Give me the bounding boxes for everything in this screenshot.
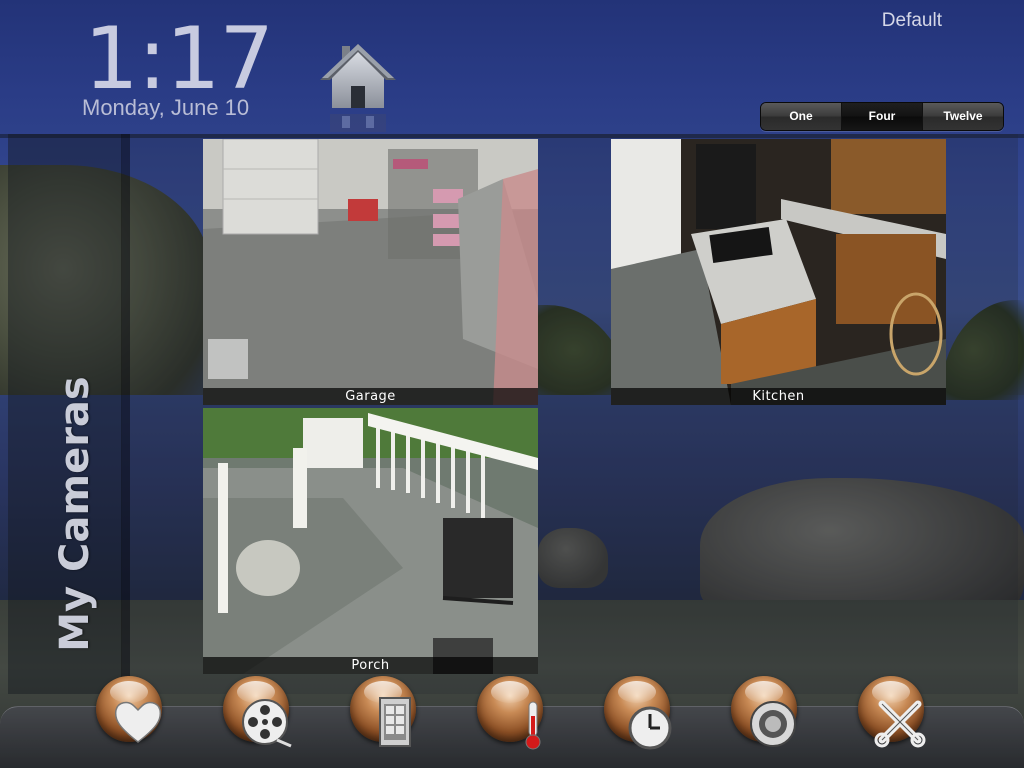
- dock-button-schedule[interactable]: [596, 676, 678, 768]
- dock-button-doors[interactable]: [342, 676, 424, 768]
- dock-button-recordings[interactable]: [215, 676, 297, 768]
- camera-feed-kitchen: [611, 139, 946, 405]
- camera-tile-porch[interactable]: Porch: [203, 408, 538, 674]
- sidebar-title-wrap: My Cameras: [8, 134, 122, 694]
- dock-button-favorites[interactable]: [88, 676, 170, 768]
- view-option-one[interactable]: One: [761, 103, 842, 130]
- camera-feed-garage: [203, 139, 538, 405]
- film-reel-icon: [242, 699, 292, 748]
- view-selector: One Four Twelve: [760, 102, 1004, 131]
- sidebar-panel: My Cameras: [8, 134, 130, 694]
- sidebar-title: My Cameras: [52, 376, 98, 652]
- camera-tile-garage[interactable]: Garage: [203, 139, 538, 405]
- camera-label: Porch: [203, 657, 538, 674]
- tools-icon: [874, 700, 926, 748]
- camera-feed-porch: [203, 408, 538, 674]
- dock-button-climate[interactable]: [469, 676, 551, 768]
- home-icon[interactable]: [318, 42, 398, 134]
- view-option-twelve[interactable]: Twelve: [923, 103, 1003, 130]
- clock-time: 1:17: [84, 9, 274, 109]
- sidebar-shade: [122, 134, 130, 694]
- thermometer-icon: [525, 701, 541, 750]
- dock-button-audio[interactable]: [723, 676, 805, 768]
- camera-label: Garage: [203, 388, 538, 405]
- speaker-icon: [750, 701, 796, 747]
- door-icon: [379, 697, 411, 747]
- profile-name[interactable]: Default: [882, 10, 942, 32]
- view-option-four[interactable]: Four: [842, 103, 923, 130]
- dock-button-settings[interactable]: [850, 676, 932, 768]
- clock-date: Monday, June 10: [82, 95, 250, 120]
- heart-icon: [114, 701, 162, 743]
- camera-tile-kitchen[interactable]: Kitchen: [611, 139, 946, 405]
- clock-icon: [628, 706, 672, 750]
- camera-label: Kitchen: [611, 388, 946, 405]
